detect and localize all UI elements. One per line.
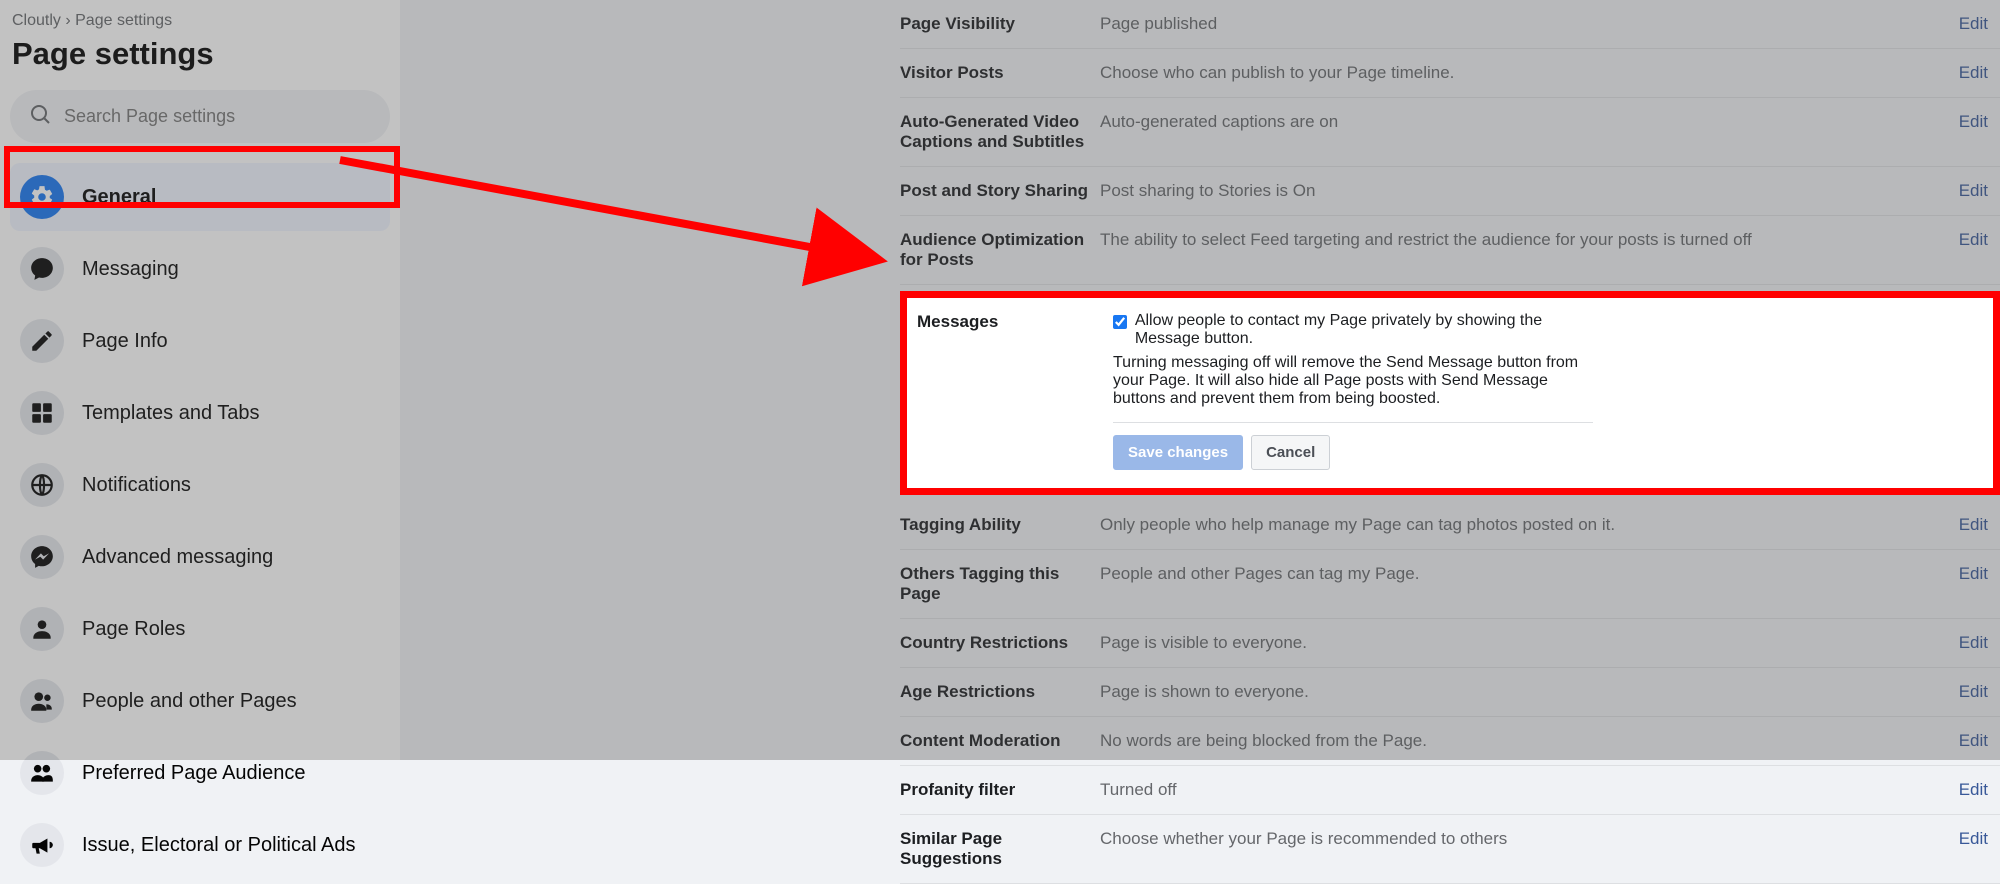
settings-table: Page Visibility Page published Edit Visi… [900, 0, 2000, 760]
sidebar-item-label: Templates and Tabs [82, 402, 260, 425]
edit-link[interactable]: Edit [1940, 682, 2000, 702]
row-value: Page is shown to everyone. [1100, 682, 1940, 702]
row-label: Content Moderation [900, 731, 1100, 751]
sidebar-item-general[interactable]: General [10, 163, 390, 231]
row-content-moderation: Content Moderation No words are being bl… [900, 717, 2000, 766]
sidebar-item-page-roles[interactable]: Page Roles [10, 595, 390, 663]
messages-allow-checkbox[interactable] [1113, 314, 1127, 330]
messages-checkbox-label: Allow people to contact my Page privatel… [1135, 312, 1593, 348]
sidebar-item-preferred-audience[interactable]: Preferred Page Audience [10, 739, 390, 807]
row-auto-captions: Auto-Generated Video Captions and Subtit… [900, 98, 2000, 167]
sidebar-item-label: Notifications [82, 474, 191, 497]
row-value: Post sharing to Stories is On [1100, 181, 1940, 201]
search-box[interactable] [10, 90, 390, 143]
sidebar-item-label: Issue, Electoral or Political Ads [82, 834, 355, 857]
edit-link[interactable]: Edit [1940, 230, 2000, 250]
row-post-sharing: Post and Story Sharing Post sharing to S… [900, 167, 2000, 216]
sidebar-item-advanced-messaging[interactable]: Advanced messaging [10, 523, 390, 591]
sidebar-item-messaging[interactable]: Messaging [10, 235, 390, 303]
edit-link[interactable]: Edit [1940, 14, 2000, 34]
cancel-button[interactable]: Cancel [1251, 435, 1330, 470]
sidebar: Cloutly › Page settings Page settings Ge… [0, 0, 400, 760]
row-value: Choose who can publish to your Page time… [1100, 63, 1940, 83]
messenger-icon [20, 535, 64, 579]
row-label: Auto-Generated Video Captions and Subtit… [900, 112, 1100, 152]
page-title: Page settings [10, 36, 390, 90]
row-value: Turned off [1100, 780, 1940, 800]
edit-link[interactable]: Edit [1940, 112, 2000, 132]
sidebar-item-label: Preferred Page Audience [82, 762, 306, 785]
row-tagging-ability: Tagging Ability Only people who help man… [900, 501, 2000, 550]
edit-link[interactable]: Edit [1940, 63, 2000, 83]
messages-note: Turning messaging off will remove the Se… [1113, 354, 1593, 408]
row-value: Auto-generated captions are on [1100, 112, 1940, 132]
sidebar-item-label: Page Info [82, 330, 168, 353]
row-country-restrictions: Country Restrictions Page is visible to … [900, 619, 2000, 668]
row-value: Page published [1100, 14, 1940, 34]
sidebar-item-label: General [82, 186, 156, 209]
globe-icon [20, 463, 64, 507]
row-similar-page-suggestions: Similar Page Suggestions Choose whether … [900, 815, 2000, 884]
sidebar-item-political-ads[interactable]: Issue, Electoral or Political Ads [10, 811, 390, 879]
row-others-tagging: Others Tagging this Page People and othe… [900, 550, 2000, 619]
row-audience-optimization: Audience Optimization for Posts The abil… [900, 216, 2000, 285]
row-value: People and other Pages can tag my Page. [1100, 564, 1940, 584]
row-age-restrictions: Age Restrictions Page is shown to everyo… [900, 668, 2000, 717]
gear-icon [20, 175, 64, 219]
person-icon [20, 607, 64, 651]
row-label: Country Restrictions [900, 633, 1100, 653]
row-label: Post and Story Sharing [900, 181, 1100, 201]
sidebar-item-notifications[interactable]: Notifications [10, 451, 390, 519]
sidebar-item-label: Page Roles [82, 618, 185, 641]
row-label: Audience Optimization for Posts [900, 230, 1100, 270]
row-label: Messages [917, 312, 1113, 470]
row-label: Tagging Ability [900, 515, 1100, 535]
people-icon [20, 679, 64, 723]
row-label: Profanity filter [900, 780, 1100, 800]
save-changes-button[interactable]: Save changes [1113, 435, 1243, 470]
row-messages-expanded: Messages Allow people to contact my Page… [900, 291, 2000, 495]
pencil-icon [20, 319, 64, 363]
edit-link[interactable]: Edit [1940, 731, 2000, 751]
row-profanity-filter: Profanity filter Turned off Edit [900, 766, 2000, 815]
edit-link[interactable]: Edit [1940, 515, 2000, 535]
row-label: Similar Page Suggestions [900, 829, 1100, 869]
search-icon [28, 102, 52, 131]
row-label: Others Tagging this Page [900, 564, 1100, 604]
row-value: Page is visible to everyone. [1100, 633, 1940, 653]
edit-link[interactable]: Edit [1940, 633, 2000, 653]
sidebar-item-people-pages[interactable]: People and other Pages [10, 667, 390, 735]
edit-link[interactable]: Edit [1940, 181, 2000, 201]
sidebar-item-label: People and other Pages [82, 690, 297, 713]
search-input[interactable] [64, 106, 372, 127]
chat-icon [20, 247, 64, 291]
row-value: The ability to select Feed targeting and… [1100, 230, 1940, 250]
grid-icon [20, 391, 64, 435]
row-value: No words are being blocked from the Page… [1100, 731, 1940, 751]
row-value: Only people who help manage my Page can … [1100, 515, 1940, 535]
edit-link[interactable]: Edit [1940, 829, 2000, 849]
annotation-arrow [330, 130, 910, 290]
breadcrumb: Cloutly › Page settings [10, 12, 390, 36]
edit-link[interactable]: Edit [1940, 780, 2000, 800]
row-page-visibility: Page Visibility Page published Edit [900, 0, 2000, 49]
row-visitor-posts: Visitor Posts Choose who can publish to … [900, 49, 2000, 98]
divider [1113, 422, 1593, 423]
megaphone-icon [20, 823, 64, 867]
audience-icon [20, 751, 64, 795]
edit-link[interactable]: Edit [1940, 564, 2000, 584]
row-label: Visitor Posts [900, 63, 1100, 83]
sidebar-item-templates[interactable]: Templates and Tabs [10, 379, 390, 447]
row-label: Age Restrictions [900, 682, 1100, 702]
sidebar-item-label: Messaging [82, 258, 179, 281]
sidebar-item-label: Advanced messaging [82, 546, 273, 569]
sidebar-item-page-info[interactable]: Page Info [10, 307, 390, 375]
row-value: Choose whether your Page is recommended … [1100, 829, 1940, 849]
row-label: Page Visibility [900, 14, 1100, 34]
